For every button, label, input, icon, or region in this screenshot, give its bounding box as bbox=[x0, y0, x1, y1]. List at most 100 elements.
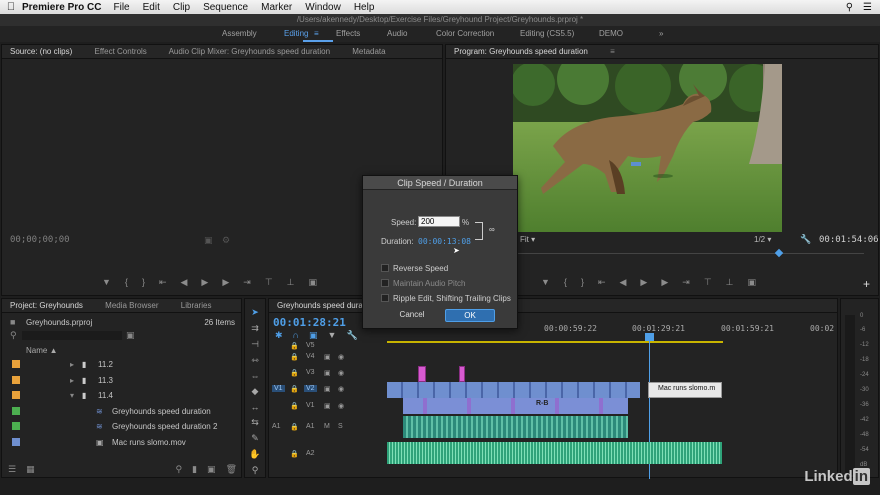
extract-icon[interactable]: ⊥ bbox=[726, 277, 734, 288]
marker-icon[interactable]: ▼ bbox=[541, 277, 550, 288]
lock-icon[interactable]: 🔒 bbox=[290, 353, 299, 361]
eye-icon[interactable]: ◉ bbox=[338, 385, 344, 393]
apple-icon[interactable]:  bbox=[0, 1, 22, 13]
track-v3[interactable]: 🔒 V3 ▣ ◉ bbox=[268, 369, 384, 385]
collapse-arrow-icon[interactable]: ▾ bbox=[70, 391, 74, 400]
mute-button[interactable]: M bbox=[324, 423, 330, 430]
workspace-demo[interactable]: DEMO bbox=[599, 29, 623, 38]
safe-margins-icon[interactable]: ▣ bbox=[204, 235, 213, 246]
source-timecode[interactable]: 00;00;00;00 bbox=[10, 235, 70, 245]
settings-icon[interactable]: ⚙ bbox=[222, 235, 230, 246]
lock-icon[interactable]: 🔒 bbox=[290, 385, 299, 393]
new-bin-icon[interactable]: ▣ bbox=[126, 330, 135, 341]
menu-help[interactable]: Help bbox=[354, 2, 375, 13]
a2-audio-clip[interactable] bbox=[387, 442, 722, 464]
overwrite-icon[interactable]: ⊥ bbox=[287, 277, 295, 288]
label-swatch[interactable] bbox=[12, 438, 20, 446]
workspace-assembly[interactable]: Assembly bbox=[222, 29, 257, 38]
mark-out-icon[interactable]: } bbox=[581, 277, 584, 288]
track-a1[interactable]: A1 🔒 A1 M S bbox=[268, 423, 384, 439]
track-v2[interactable]: V1 🔒 V2 ▣ ◉ bbox=[268, 385, 384, 401]
sync-icon[interactable]: ▣ bbox=[324, 385, 331, 393]
v2-clip-sequence[interactable] bbox=[387, 382, 640, 398]
goto-in-icon[interactable]: ⇤ bbox=[598, 277, 606, 288]
ripple-edit-checkbox[interactable] bbox=[381, 294, 389, 302]
list-view-icon[interactable]: ☰ bbox=[8, 464, 16, 475]
reverse-speed-checkbox[interactable] bbox=[381, 264, 389, 272]
zoom-tool-icon[interactable]: ⚲ bbox=[252, 465, 259, 476]
lock-icon[interactable]: 🔒 bbox=[290, 369, 299, 377]
linked-selection-icon[interactable]: ▣ bbox=[309, 330, 318, 341]
spotlight-icon[interactable]: ⚲ bbox=[846, 2, 853, 13]
playhead-handle[interactable] bbox=[645, 333, 654, 341]
lock-icon[interactable]: 🔒 bbox=[290, 423, 299, 431]
razor-tool-icon[interactable]: ◆ bbox=[252, 386, 259, 397]
program-timecode[interactable]: 00:01:54:06 bbox=[819, 235, 879, 245]
track-v1[interactable]: 🔒 V1 ▣ ◉ bbox=[268, 402, 384, 418]
expand-arrow-icon[interactable]: ▸ bbox=[70, 376, 74, 385]
icon-view-icon[interactable]: ▦ bbox=[26, 464, 35, 475]
maintain-pitch-checkbox[interactable] bbox=[381, 279, 389, 287]
menu-clip[interactable]: Clip bbox=[173, 2, 190, 13]
workspace-overflow[interactable]: » bbox=[659, 29, 663, 38]
hand-tool-icon[interactable]: ✋ bbox=[249, 449, 260, 460]
project-row-clip[interactable]: ▣ Mac runs slomo.mov bbox=[2, 435, 238, 450]
step-back-icon[interactable]: ◀ bbox=[620, 277, 627, 288]
column-name-header[interactable]: Name ▲ bbox=[26, 346, 57, 355]
workspace-editing[interactable]: Editing bbox=[284, 29, 308, 38]
track-v4[interactable]: 🔒 V4 ▣ ◉ bbox=[268, 353, 384, 369]
wrench-icon[interactable]: 🔧 bbox=[800, 234, 811, 245]
menu-sequence[interactable]: Sequence bbox=[203, 2, 248, 13]
sync-icon[interactable]: ▣ bbox=[324, 353, 331, 361]
new-item-icon[interactable]: ▣ bbox=[207, 464, 216, 475]
workspace-effects[interactable]: Effects bbox=[336, 29, 360, 38]
nest-icon[interactable]: ✱ bbox=[275, 330, 283, 341]
track-select-tool-icon[interactable]: ⇉ bbox=[251, 323, 259, 334]
tab-sequence[interactable]: Greyhounds speed duration bbox=[277, 301, 376, 310]
resolution-dropdown[interactable]: 1/2 ▾ bbox=[754, 235, 771, 244]
lift-icon[interactable]: ⊤ bbox=[704, 277, 712, 288]
tab-audio-mixer[interactable]: Audio Clip Mixer: Greyhounds speed durat… bbox=[169, 47, 330, 56]
cancel-button[interactable]: Cancel bbox=[377, 309, 447, 322]
step-forward-icon[interactable]: ▶ bbox=[661, 277, 668, 288]
duration-value[interactable]: 00:00:13:08 bbox=[418, 237, 471, 246]
workspace-cs55[interactable]: Editing (CS5.5) bbox=[520, 29, 574, 38]
workspace-audio[interactable]: Audio bbox=[387, 29, 407, 38]
workspace-menu-icon[interactable]: ≡ bbox=[314, 29, 319, 38]
menu-marker[interactable]: Marker bbox=[261, 2, 292, 13]
chain-link-icon[interactable]: ∞ bbox=[489, 225, 495, 234]
snap-icon[interactable]: ∩ bbox=[293, 330, 299, 341]
eye-icon[interactable]: ◉ bbox=[338, 402, 344, 410]
tab-source[interactable]: Source: (no clips) bbox=[10, 47, 72, 56]
track-a2[interactable]: 🔒 A2 bbox=[268, 450, 384, 466]
tab-project[interactable]: Project: Greyhounds bbox=[10, 301, 83, 310]
project-row-11-3[interactable]: ▸ ▮ 11.3 bbox=[2, 373, 238, 388]
pen-tool-icon[interactable]: ✎ bbox=[251, 433, 259, 444]
v3-clip[interactable] bbox=[418, 366, 426, 382]
selection-tool-icon[interactable]: ➤ bbox=[251, 307, 259, 318]
goto-out-icon[interactable]: ⇥ bbox=[243, 277, 251, 288]
project-search-input[interactable] bbox=[22, 331, 122, 340]
track-label[interactable]: V2 bbox=[304, 385, 317, 392]
export-frame-icon[interactable]: ▣ bbox=[748, 277, 757, 288]
find-icon[interactable]: ⚲ bbox=[176, 464, 183, 475]
step-back-icon[interactable]: ◀ bbox=[181, 277, 188, 288]
v1-clip-sequence[interactable] bbox=[403, 398, 628, 414]
a1-audio-clips[interactable] bbox=[403, 416, 628, 438]
source-patch-v1[interactable]: V1 bbox=[272, 385, 285, 392]
solo-button[interactable]: S bbox=[338, 423, 343, 430]
add-marker-icon[interactable]: ▼ bbox=[328, 330, 337, 341]
play-icon[interactable]: ▶ bbox=[640, 277, 647, 288]
project-row-sequence-1[interactable]: ≋ Greyhounds speed duration bbox=[2, 404, 238, 419]
lock-icon[interactable]: 🔒 bbox=[290, 450, 299, 458]
search-icon[interactable]: ⚲ bbox=[10, 330, 17, 341]
project-row-11-4[interactable]: ▾ ▮ 11.4 bbox=[2, 388, 238, 403]
label-swatch[interactable] bbox=[12, 376, 20, 384]
slip-tool-icon[interactable]: ↔ bbox=[251, 402, 260, 412]
tab-metadata[interactable]: Metadata bbox=[352, 47, 385, 56]
workspace-color[interactable]: Color Correction bbox=[436, 29, 494, 38]
ok-button[interactable]: OK bbox=[445, 309, 495, 322]
mark-in-icon[interactable]: { bbox=[564, 277, 567, 288]
speed-input[interactable]: 200 bbox=[418, 216, 460, 227]
list-icon[interactable]: ☰ bbox=[863, 2, 872, 13]
